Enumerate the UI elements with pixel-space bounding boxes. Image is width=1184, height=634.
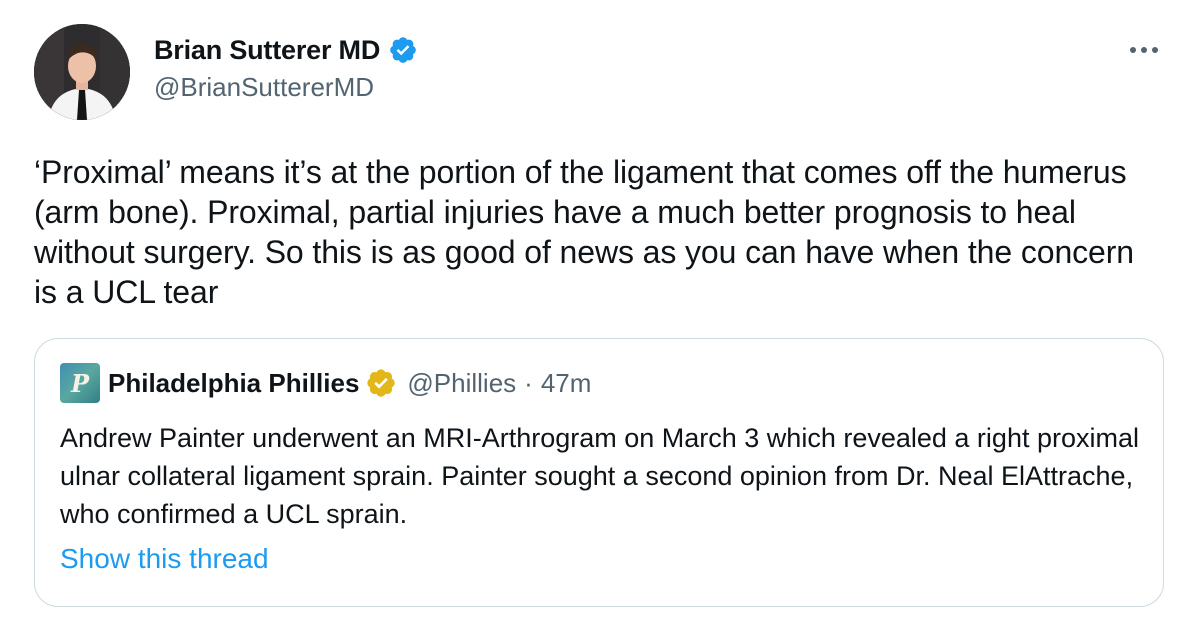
- separator-dot: ·: [524, 367, 533, 398]
- author-avatar[interactable]: [34, 24, 130, 120]
- svg-text:P: P: [70, 369, 90, 398]
- author-name[interactable]: Brian Sutterer MD: [154, 35, 380, 66]
- show-thread-link[interactable]: Show this thread: [60, 543, 269, 575]
- more-options-button[interactable]: [1126, 38, 1162, 62]
- author-handle[interactable]: @BrianSuttererMD: [154, 72, 374, 103]
- quoted-tweet-text: Andrew Painter underwent an MRI-Arthrogr…: [60, 423, 1139, 529]
- quoted-tweet-header: P Philadelphia Phillies @Phillies · 47m: [60, 363, 592, 403]
- blue-verified-badge-icon[interactable]: [388, 35, 418, 65]
- phillies-logo-icon: P: [60, 363, 100, 403]
- quoted-tweet-card[interactable]: P Philadelphia Phillies @Phillies · 47m …: [34, 338, 1164, 607]
- quoted-timestamp[interactable]: 47m: [541, 368, 592, 399]
- tweet-text: ‘Proximal’ means it’s at the portion of …: [34, 154, 1134, 310]
- avatar-photo: [34, 24, 130, 120]
- quoted-author-name[interactable]: Philadelphia Phillies: [108, 368, 359, 399]
- quoted-author-handle[interactable]: @Phillies: [407, 368, 516, 399]
- more-options-icon: [1130, 47, 1158, 53]
- phillies-avatar[interactable]: P: [60, 363, 100, 403]
- author-header: Brian Sutterer MD: [154, 30, 418, 70]
- gold-verified-badge-icon[interactable]: [365, 367, 397, 399]
